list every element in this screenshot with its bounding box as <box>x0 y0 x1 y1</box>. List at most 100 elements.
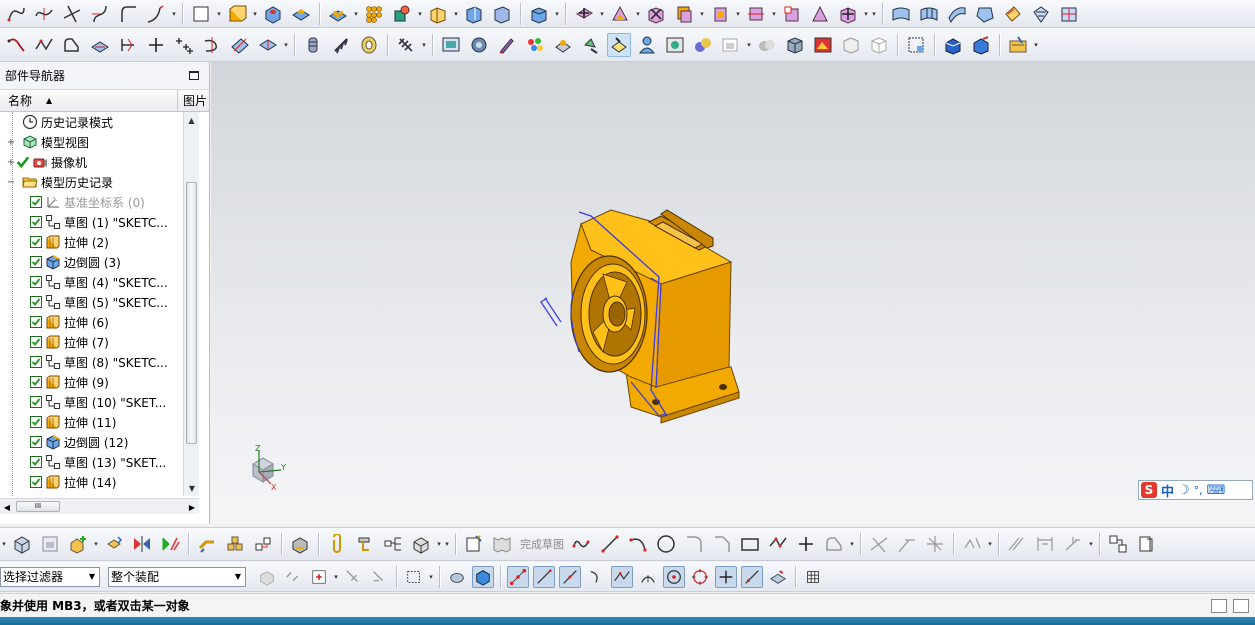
sogou-logo-icon[interactable]: S <box>1141 482 1157 498</box>
tree-node[interactable]: 边倒圆 (3) <box>0 252 180 272</box>
wave-link-icon[interactable] <box>251 532 275 556</box>
feature-checkbox[interactable] <box>30 456 42 468</box>
feature-checkbox[interactable] <box>30 336 42 348</box>
mirror-curve-icon[interactable] <box>960 532 984 556</box>
feature-checkbox[interactable] <box>30 276 42 288</box>
feature-checkbox[interactable] <box>30 316 42 328</box>
trim-curve-icon[interactable] <box>200 33 224 57</box>
measure-body-icon[interactable] <box>941 33 965 57</box>
extrude-icon[interactable] <box>225 2 249 26</box>
ime-keyboard-icon[interactable]: ⌨ <box>1207 483 1226 498</box>
dropdown-arrow-icon[interactable]: ▾ <box>0 540 8 548</box>
offset-face-icon[interactable] <box>572 2 596 26</box>
through-curve-mesh-icon[interactable] <box>917 2 941 26</box>
point-icon[interactable] <box>144 33 168 57</box>
alternate-solution-icon[interactable] <box>1134 532 1158 556</box>
ime-toolbar[interactable]: S 中 ☽ °, ⌨ <box>1138 480 1253 500</box>
navigator-horizontal-scrollbar[interactable]: ◀ III ▶ <box>0 498 199 514</box>
dropdown-arrow-icon[interactable]: ▾ <box>416 10 424 18</box>
highlight-face-icon[interactable] <box>607 32 631 57</box>
status-window-icon[interactable] <box>1233 598 1249 613</box>
pattern-feature-icon[interactable] <box>326 2 350 26</box>
status-toggle-icon[interactable] <box>1211 598 1227 613</box>
n-sided-surface-icon[interactable] <box>973 2 997 26</box>
select-face-icon[interactable] <box>446 566 468 588</box>
sketch-relations-icon[interactable] <box>1106 532 1130 556</box>
dropdown-arrow-icon[interactable]: ▾ <box>92 540 100 548</box>
edge-blend-icon[interactable] <box>527 2 551 26</box>
trim-sheet-icon[interactable] <box>1001 2 1025 26</box>
extract-curve-icon[interactable] <box>116 33 140 57</box>
project-curve-icon[interactable] <box>88 33 112 57</box>
tree-node[interactable]: 历史记录模式 <box>0 112 180 132</box>
type-filter-select[interactable]: 选择过滤器 ▼ <box>0 566 100 587</box>
dropdown-arrow-icon[interactable]: ▾ <box>435 540 443 548</box>
dropdown-arrow-icon[interactable]: ▾ <box>443 540 451 548</box>
quick-trim-icon[interactable] <box>867 532 891 556</box>
dropdown-arrow-icon[interactable]: ▾ <box>598 10 606 18</box>
snap-curve-icon[interactable] <box>585 566 607 588</box>
helix-curve-icon[interactable] <box>88 2 112 26</box>
patch-icon[interactable] <box>1057 2 1081 26</box>
cube-shaded-icon[interactable] <box>783 33 807 57</box>
curve-rule-icon[interactable] <box>308 566 330 588</box>
feature-checkbox[interactable] <box>30 436 42 448</box>
dropdown-arrow-icon[interactable]: ▾ <box>1032 41 1040 49</box>
tree-node[interactable]: 边倒圆 (12) <box>0 432 180 452</box>
hierarchy-icon[interactable] <box>381 532 405 556</box>
zoom-window-icon[interactable] <box>904 33 928 57</box>
edges-cube-icon[interactable] <box>867 33 891 57</box>
graphics-window[interactable]: Z Y X <box>211 62 1255 524</box>
scroll-right-icon[interactable]: ▶ <box>185 499 199 515</box>
resize-blend-icon[interactable] <box>808 2 832 26</box>
dropdown-arrow-icon[interactable]: ▾ <box>870 10 878 18</box>
datum-plane-icon[interactable] <box>228 33 252 57</box>
mirror-assembly-icon[interactable] <box>130 532 154 556</box>
tree-node[interactable]: 拉伸 (6) <box>0 312 180 332</box>
feature-checkbox[interactable] <box>30 216 42 228</box>
feature-checkbox[interactable] <box>30 296 42 308</box>
select-body-icon[interactable] <box>472 565 494 588</box>
auto-dimension-icon[interactable] <box>1061 532 1085 556</box>
add-component-icon[interactable] <box>66 532 90 556</box>
dropdown-arrow-icon[interactable]: ▾ <box>862 10 870 18</box>
ime-half-width-icon[interactable]: ☽ <box>1178 483 1190 498</box>
dimension-icon[interactable] <box>1033 532 1057 556</box>
multiple-parts-icon[interactable] <box>223 532 247 556</box>
tree-node[interactable]: 拉伸 (11) <box>0 412 180 432</box>
scroll-thumb-horizontal[interactable]: III <box>16 501 60 512</box>
sketch-new-icon[interactable] <box>462 532 486 556</box>
tree-node[interactable]: 基准坐标系 (0) <box>0 192 180 212</box>
display-options-icon[interactable] <box>719 33 743 57</box>
maximize-icon[interactable] <box>189 71 199 80</box>
tree-expander-icon[interactable]: + <box>6 157 16 168</box>
gear-link-icon[interactable] <box>353 532 377 556</box>
sketch-plane-icon[interactable] <box>189 2 213 26</box>
explode-view-icon[interactable] <box>158 532 182 556</box>
through-curves-icon[interactable] <box>889 2 913 26</box>
tree-node[interactable]: + 摄像机 <box>0 152 180 172</box>
profile-curve-icon[interactable] <box>4 2 28 26</box>
constraint-icon[interactable] <box>195 532 219 556</box>
dropdown-arrow-icon[interactable]: ▾ <box>745 41 753 49</box>
analysis-icon[interactable] <box>969 33 993 57</box>
motor-housing-model[interactable] <box>531 202 771 432</box>
geometric-constraint-icon[interactable] <box>1005 532 1029 556</box>
make-corner-icon[interactable] <box>923 532 947 556</box>
tree-node[interactable]: 拉伸 (7) <box>0 332 180 352</box>
feature-checkbox[interactable] <box>30 476 42 488</box>
snap-point-on-face-icon[interactable] <box>767 566 789 588</box>
hide-body-icon[interactable] <box>755 33 779 57</box>
spring-icon[interactable] <box>329 33 353 57</box>
tree-node[interactable]: 拉伸 (9) <box>0 372 180 392</box>
select-point-icon[interactable] <box>342 566 364 588</box>
fillet-icon[interactable] <box>682 532 706 556</box>
background-icon[interactable] <box>663 33 687 57</box>
cube-group-icon[interactable] <box>409 532 433 556</box>
column-image[interactable]: 图片 <box>178 90 207 111</box>
rectangle-select-icon[interactable] <box>403 566 425 588</box>
dropdown-arrow-icon[interactable]: ▾ <box>770 10 778 18</box>
dropdown-arrow-icon[interactable]: ▾ <box>986 540 994 548</box>
tree-node[interactable]: 草图 (1) "SKETC... <box>0 212 180 232</box>
tree-node[interactable]: 拉伸 (14) <box>0 472 180 492</box>
